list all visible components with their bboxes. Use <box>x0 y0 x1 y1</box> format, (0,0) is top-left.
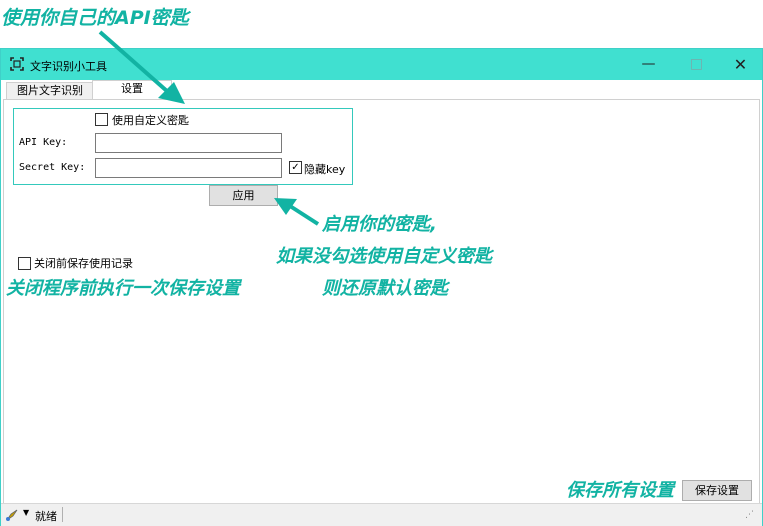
minimize-button[interactable]: — <box>626 49 671 80</box>
status-paint-icon[interactable] <box>5 508 19 525</box>
api-key-input[interactable] <box>95 133 282 153</box>
secret-key-input[interactable] <box>95 158 282 178</box>
tab-settings[interactable]: 设置 <box>92 80 172 100</box>
custom-key-group: 使用自定义密匙 API Key: Secret Key: ✓ 隐藏key <box>13 108 353 185</box>
dropdown-arrow-icon[interactable]: ▼ <box>23 508 29 517</box>
hide-key-label: 隐藏key <box>304 163 346 176</box>
settings-panel: 使用自定义密匙 API Key: Secret Key: ✓ 隐藏key 应用 … <box>3 99 760 505</box>
title-bar[interactable]: 文字识别小工具 — □ ✕ <box>1 49 762 80</box>
save-on-close-label: 关闭前保存使用记录 <box>34 257 133 270</box>
status-text: 就绪 <box>35 510 57 523</box>
resize-grip-icon[interactable]: ⋰ <box>745 510 754 520</box>
annotation-apply-line2: 如果没勾选使用自定义密匙 <box>276 246 492 267</box>
use-custom-key-label: 使用自定义密匙 <box>112 114 189 127</box>
checkmark-icon: ✓ <box>291 162 300 173</box>
use-custom-key-checkbox[interactable] <box>95 113 108 126</box>
maximize-button[interactable]: □ <box>674 49 719 80</box>
api-key-label: API Key: <box>19 137 68 148</box>
save-on-close-checkbox[interactable] <box>18 257 31 270</box>
close-button[interactable]: ✕ <box>718 49 763 80</box>
app-scan-icon <box>10 57 24 71</box>
apply-button[interactable]: 应用 <box>209 185 278 206</box>
status-separator <box>62 507 63 522</box>
tab-strip: 图片文字识别 设置 <box>3 80 760 100</box>
secret-key-label: Secret Key: <box>19 162 86 173</box>
hide-key-checkbox[interactable]: ✓ <box>289 161 302 174</box>
status-bar: ▼ 就绪 ⋰ <box>1 503 762 526</box>
tab-image-ocr[interactable]: 图片文字识别 <box>6 82 94 99</box>
annotation-save-all: 保存所有设置 <box>566 480 674 501</box>
save-settings-button[interactable]: 保存设置 <box>682 480 752 501</box>
annotation-apply-line1: 启用你的密匙, <box>322 214 437 235</box>
annotation-save-on-close: 关闭程序前执行一次保存设置 <box>6 278 240 299</box>
annotation-apply-line3: 则还原默认密匙 <box>322 278 448 299</box>
window-title: 文字识别小工具 <box>30 60 107 73</box>
annotation-custom-key: 使用你自己的API密匙 <box>1 7 189 29</box>
